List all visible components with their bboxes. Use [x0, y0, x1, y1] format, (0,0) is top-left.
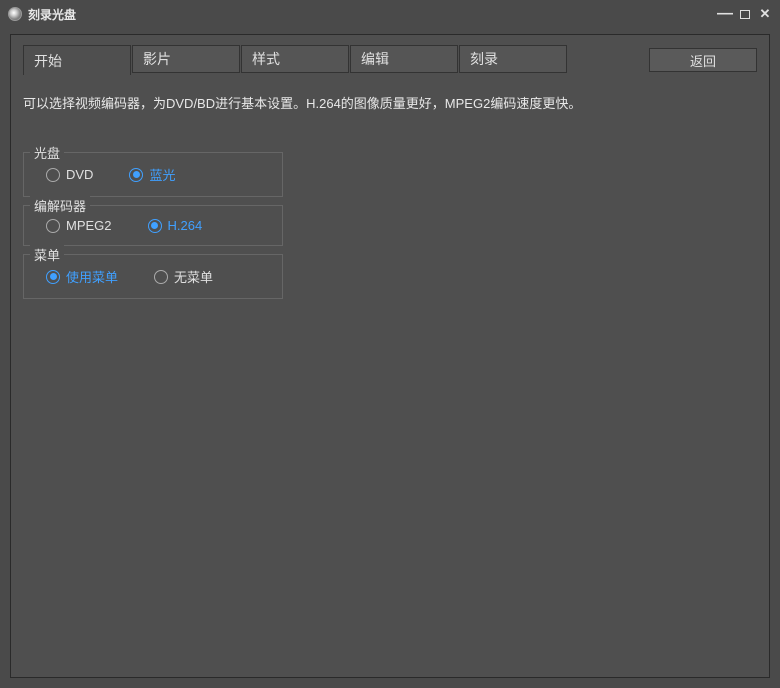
- radio-label: 无菜单: [174, 267, 213, 286]
- disc-group-label: 光盘: [30, 143, 64, 162]
- radio-mpeg2[interactable]: MPEG2: [46, 218, 112, 233]
- radio-icon: [46, 270, 60, 284]
- radio-use-menu[interactable]: 使用菜单: [46, 267, 118, 286]
- radio-label: 蓝光: [149, 165, 175, 184]
- tab-start[interactable]: 开始: [23, 45, 131, 75]
- radio-label: DVD: [66, 167, 93, 182]
- tab-movie[interactable]: 影片: [132, 45, 240, 73]
- return-button[interactable]: 返回: [649, 48, 757, 72]
- window-title: 刻录光盘: [28, 6, 76, 23]
- radio-icon: [154, 270, 168, 284]
- tab-burn[interactable]: 刻录: [459, 45, 567, 73]
- radio-label: MPEG2: [66, 218, 112, 233]
- close-icon: ✕: [760, 6, 771, 22]
- radio-icon: [129, 168, 143, 182]
- disc-group: 光盘 DVD 蓝光: [23, 152, 283, 197]
- radio-no-menu[interactable]: 无菜单: [154, 267, 213, 286]
- titlebar: 刻录光盘 — ✕: [0, 0, 780, 28]
- radio-label: 使用菜单: [66, 267, 118, 286]
- disc-icon: [8, 7, 22, 21]
- close-button[interactable]: ✕: [758, 7, 772, 21]
- codec-radio-row: MPEG2 H.264: [38, 218, 268, 233]
- minimize-icon: —: [717, 10, 733, 18]
- minimize-button[interactable]: —: [718, 7, 732, 21]
- menu-radio-row: 使用菜单 无菜单: [38, 267, 268, 286]
- titlebar-left: 刻录光盘: [8, 6, 76, 23]
- window-controls: — ✕: [718, 7, 772, 21]
- menu-group: 菜单 使用菜单 无菜单: [23, 254, 283, 299]
- radio-label: H.264: [168, 218, 203, 233]
- codec-group-label: 编解码器: [30, 196, 90, 215]
- maximize-button[interactable]: [738, 7, 752, 21]
- tab-bar: 开始 影片 样式 编辑 刻录: [23, 45, 568, 75]
- radio-dvd[interactable]: DVD: [46, 167, 93, 182]
- maximize-icon: [740, 10, 750, 19]
- menu-group-label: 菜单: [30, 245, 64, 264]
- radio-icon: [148, 219, 162, 233]
- disc-radio-row: DVD 蓝光: [38, 165, 268, 184]
- radio-bluray[interactable]: 蓝光: [129, 165, 175, 184]
- description-text: 可以选择视频编码器，为DVD/BD进行基本设置。H.264的图像质量更好，MPE…: [23, 93, 757, 112]
- radio-icon: [46, 219, 60, 233]
- radio-icon: [46, 168, 60, 182]
- options-area: 光盘 DVD 蓝光 编解码器 MPEG2: [23, 152, 757, 307]
- tab-edit[interactable]: 编辑: [350, 45, 458, 73]
- content-area: 开始 影片 样式 编辑 刻录 返回 可以选择视频编码器，为DVD/BD进行基本设…: [10, 34, 770, 678]
- top-row: 开始 影片 样式 编辑 刻录 返回: [23, 45, 757, 75]
- radio-h264[interactable]: H.264: [148, 218, 203, 233]
- tab-style[interactable]: 样式: [241, 45, 349, 73]
- main-window: 刻录光盘 — ✕ 开始 影片 样式 编辑 刻录 返回 可以选择视频编码器，为DV…: [0, 0, 780, 688]
- codec-group: 编解码器 MPEG2 H.264: [23, 205, 283, 246]
